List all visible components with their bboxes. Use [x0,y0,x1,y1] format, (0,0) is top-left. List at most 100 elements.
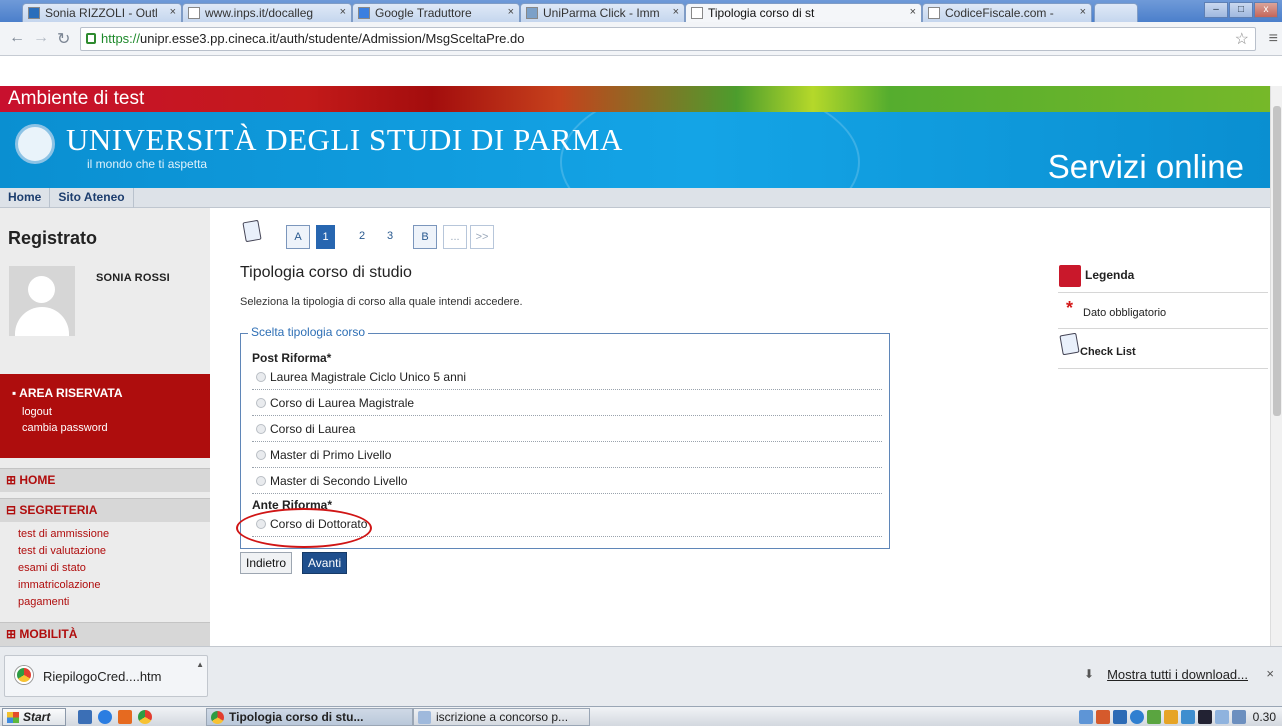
taskbar-task-chrome[interactable]: Tipologia corso di stu... [206,708,413,726]
page-intro: Seleziona la tipologia di corso alla qua… [240,296,523,308]
downloads-bar: RiepilogoCred....htm ▲ ⬇ Mostra tutti i … [0,646,1282,706]
browser-tab[interactable]: CodiceFiscale.com - × [922,3,1092,22]
start-button[interactable]: Start [2,708,66,726]
link-pagamenti[interactable]: pagamenti [18,594,210,611]
option-master-primo-livello[interactable]: Master di Primo Livello [252,444,882,468]
tray-icon[interactable] [1163,710,1178,724]
option-master-secondo-livello[interactable]: Master di Secondo Livello [252,470,882,494]
radio-button[interactable] [256,476,266,486]
bookmark-star-icon[interactable]: ☆ [1235,29,1249,51]
close-window-icon[interactable]: x [1254,2,1278,18]
tray-icon[interactable] [1078,710,1093,724]
taskbar-task-document[interactable]: iscrizione a concorso p... [413,708,590,726]
checklist-link[interactable]: Check List [1080,346,1136,358]
internet-explorer-icon[interactable] [98,710,112,724]
back-arrow-icon[interactable]: ← [9,29,25,47]
close-downloads-icon[interactable]: × [1266,666,1274,681]
sidebar-section-mobilita[interactable]: ⊞ MOBILITÀ [0,622,210,646]
sidebar-section-segreteria[interactable]: ⊟ SEGRETERIA [0,498,210,522]
link-test-valutazione[interactable]: test di valutazione [18,543,210,560]
browser-tab[interactable]: UniParma Click - Imm × [520,3,685,22]
tray-icon[interactable] [1095,710,1110,724]
reload-icon[interactable]: ↻ [57,29,70,49]
chrome-icon[interactable] [138,710,152,724]
highlight-ellipse [236,508,372,548]
menu-icon[interactable]: ≡ [1269,30,1278,48]
step-2[interactable]: 2 [355,225,369,249]
radio-button[interactable] [256,398,266,408]
download-item[interactable]: RiepilogoCred....htm ▲ [4,655,208,697]
back-button[interactable]: Indietro [240,552,293,574]
option-laurea-magistrale-ciclo-unico[interactable]: Laurea Magistrale Ciclo Unico 5 anni [252,366,882,390]
close-tab-icon[interactable]: × [673,6,679,18]
sidebar-section-home[interactable]: ⊞ HOME [0,468,210,492]
step-a[interactable]: A [286,225,310,249]
close-tab-icon[interactable]: × [508,6,514,18]
tray-icon[interactable] [1180,710,1195,724]
minimize-icon[interactable]: – [1204,2,1228,18]
close-tab-icon[interactable]: × [340,6,346,18]
area-riservata-heading: AREA RISERVATA [19,386,123,400]
environment-label: Ambiente di test [8,88,145,109]
nav-sito-ateneo[interactable]: Sito Ateneo [50,188,134,208]
link-test-ammissione[interactable]: test di ammissione [18,526,210,543]
scrollbar-thumb[interactable] [1273,106,1281,416]
step-b[interactable]: B [413,225,437,249]
checklist-icon[interactable] [242,219,262,243]
address-bar[interactable]: https://unipr.esse3.pp.cineca.it/auth/st… [80,27,1256,51]
next-button[interactable]: Avanti [302,552,348,574]
tray-icon[interactable] [1197,710,1212,724]
outlook-icon [28,7,40,19]
segreteria-links: test di ammissione test di valutazione e… [0,526,210,611]
tray-icon[interactable] [1146,710,1161,724]
browser-tab-active[interactable]: Tipologia corso di st × [685,3,922,22]
download-arrow-icon: ⬇ [1083,667,1094,681]
university-seal-icon[interactable] [15,124,55,164]
checklist-icon[interactable] [1059,332,1080,356]
speaker-icon[interactable] [1231,710,1246,724]
link-esami-stato[interactable]: esami di stato [18,560,210,577]
browser-tab[interactable]: Sonia RIZZOLI - Outl × [22,3,182,22]
logout-link[interactable]: logout [12,404,210,420]
radio-button[interactable] [256,424,266,434]
browser-tab[interactable]: Google Traduttore × [352,3,520,22]
page-scrollbar[interactable] [1270,86,1282,646]
expand-icon: ⊟ [6,503,20,517]
change-password-link[interactable]: cambia password [12,420,210,436]
forward-arrow-icon[interactable]: → [33,29,49,47]
close-tab-icon[interactable]: × [170,6,176,18]
desktop-icon[interactable] [78,710,92,724]
outlook-quicklaunch-icon[interactable] [118,710,132,724]
left-sidebar: Registrato SONIA ROSSI ▪ AREA RISERVATA … [0,208,210,646]
expand-icon: ⊞ [6,627,20,641]
tray-icon[interactable] [1112,710,1127,724]
maximize-icon[interactable]: □ [1229,2,1253,18]
radio-button[interactable] [256,450,266,460]
legend-divider [1058,328,1268,329]
link-immatricolazione[interactable]: immatricolazione [18,577,210,594]
step-3[interactable]: 3 [383,225,397,249]
legend-divider [1058,292,1268,293]
page-icon [691,7,703,19]
legend-title: Legenda [1085,268,1135,282]
step-1-current[interactable]: 1 [316,225,335,249]
chevron-up-icon[interactable]: ▲ [196,660,204,669]
step-next[interactable]: >> [470,225,494,249]
browser-tab[interactable]: www.inps.it/docalleg × [182,3,352,22]
nav-home[interactable]: Home [0,188,51,208]
required-star-icon: * [1066,298,1074,318]
university-name[interactable]: UNIVERSITÀ DEGLI STUDI DI PARMA [66,122,623,158]
option-corso-laurea[interactable]: Corso di Laurea [252,418,882,442]
radio-button[interactable] [256,372,266,382]
bluetooth-icon[interactable] [1129,710,1144,724]
uniparma-icon [526,7,538,19]
download-file-name: RiepilogoCred....htm [43,669,162,684]
required-field-label: Dato obbligatorio [1083,307,1167,319]
new-tab-button[interactable] [1094,3,1138,22]
close-tab-icon[interactable]: × [910,6,916,18]
show-all-downloads-link[interactable]: Mostra tutti i download... [1107,667,1248,682]
network-icon[interactable] [1214,710,1229,724]
option-corso-laurea-magistrale[interactable]: Corso di Laurea Magistrale [252,392,882,416]
window-controls: – □ x [1204,2,1278,18]
close-tab-icon[interactable]: × [1080,6,1086,18]
